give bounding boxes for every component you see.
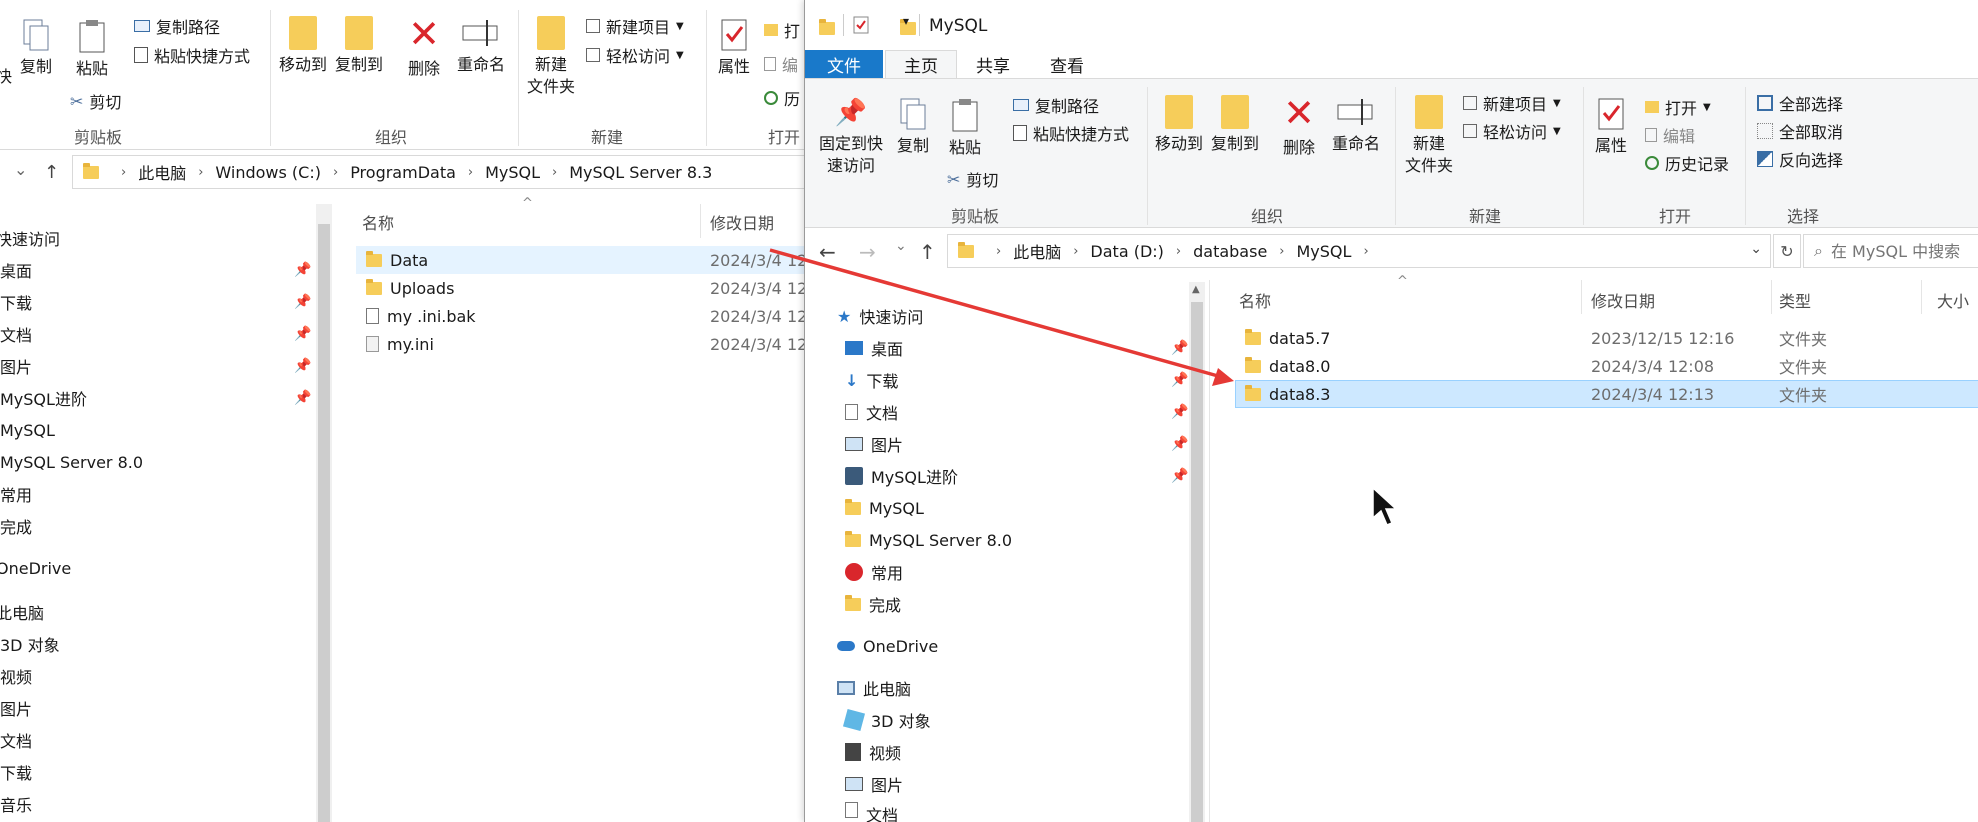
annotation-arrow	[769, 248, 1234, 386]
